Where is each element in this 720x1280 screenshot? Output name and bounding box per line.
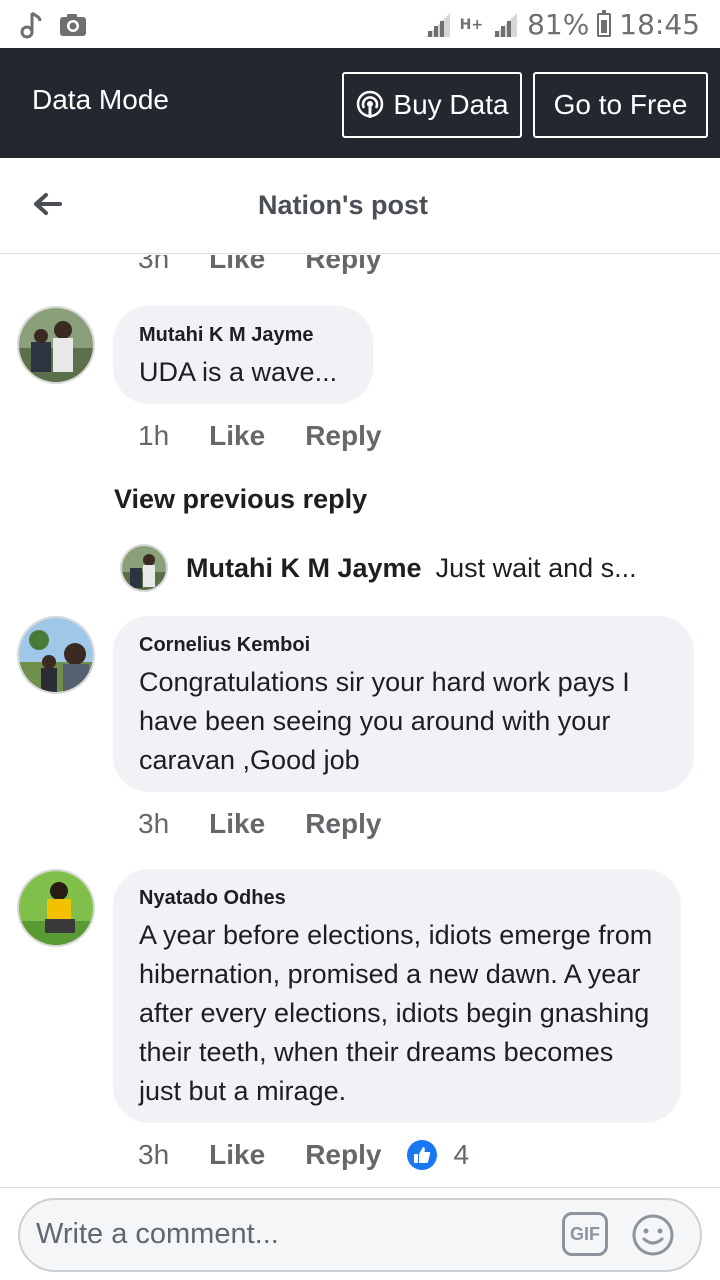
status-bar: H+ 81% 18:45 [0,0,720,48]
broadcast-icon [357,90,384,118]
comment-input[interactable]: Write a comment... GIF [18,1198,702,1272]
go-to-free-label: Go to Free [553,89,688,120]
signal-icon-2 [493,12,518,37]
reply-button[interactable]: Reply [305,420,381,452]
emoji-icon[interactable] [630,1212,676,1258]
comment-author[interactable]: Mutahi K M Jayme [139,324,347,347]
battery-icon [597,9,612,37]
reply-avatar[interactable] [120,544,168,592]
comment-placeholder: Write a comment... [36,1218,279,1250]
comment-author[interactable]: Nyatado Odhes [139,887,655,910]
reply-author[interactable]: Mutahi K M Jayme [186,553,422,584]
avatar[interactable] [17,306,95,384]
status-left-icons [18,10,88,40]
reply-button[interactable]: Reply [305,255,381,275]
network-type: H+ [459,16,484,33]
comment-bubble[interactable]: Nyatado Odhes A year before elections, i… [113,869,681,1123]
thumbs-up-glyph [414,1147,431,1163]
comment-bubble[interactable]: Cornelius Kemboi Congratulations sir you… [113,616,694,792]
comment-author[interactable]: Cornelius Kemboi [139,634,668,657]
reply-button[interactable]: Reply [305,1139,381,1171]
comment-time: 3h [138,1139,170,1170]
avatar-photo [19,618,93,692]
comment-actions: 3h Like Reply [138,255,381,275]
comment-bubble[interactable]: Mutahi K M Jayme UDA is a wave... [113,306,373,404]
avatar-photo [122,546,166,590]
buy-data-button[interactable]: Buy Data [342,72,522,138]
page-title: Nation's post [258,190,428,220]
reaction-count[interactable]: 4 [453,1139,469,1171]
comment-time: 3h [138,255,170,274]
comment-text: Congratulations sir your hard work pays … [139,667,630,775]
like-button[interactable]: Like [209,808,265,840]
camera-icon [60,14,86,36]
gif-label: GIF [570,1223,600,1244]
like-button[interactable]: Like [209,1139,265,1171]
like-button[interactable]: Like [209,420,265,452]
view-previous-reply-link[interactable]: View previous reply [114,484,367,515]
signal-icon [425,12,450,37]
battery-percent: 81% [527,8,590,41]
avatar-photo [19,308,93,382]
reply-text: Just wait and s... [435,552,637,583]
data-mode-title: Data Mode [32,84,169,115]
comment-text: UDA is a wave... [139,357,338,387]
comment-composer: Write a comment... GIF [0,1187,720,1280]
comments-feed[interactable]: 3h Like Reply Mutahi K M Jayme UDA is a … [0,255,720,1187]
music-note-icon [20,11,42,39]
like-button[interactable]: Like [209,255,265,275]
comment-text: A year before elections, idiots emerge f… [139,920,653,1106]
buy-data-label: Buy Data [393,89,509,120]
avatar[interactable] [17,616,95,694]
post-nav-bar: Nation's post [0,158,720,254]
clock: 18:45 [619,8,700,41]
reply-preview[interactable]: Mutahi K M Jayme Just wait and s... [120,543,680,593]
reply-button[interactable]: Reply [305,808,381,840]
gif-button[interactable]: GIF [562,1212,608,1256]
comment-actions: 3h Like Reply 4 [138,1139,469,1171]
data-mode-banner: Data Mode Buy Data Go to Free [0,48,720,158]
comment-actions: 1h Like Reply [138,420,381,452]
go-to-free-button[interactable]: Go to Free [533,72,708,138]
avatar[interactable] [17,869,95,947]
thumbs-up-icon[interactable] [407,1140,438,1170]
comment-time: 1h [138,420,170,451]
status-right: H+ 81% 18:45 [424,8,700,41]
avatar-photo [19,871,93,945]
comment-actions: 3h Like Reply [138,808,381,840]
comment-time: 3h [138,808,170,839]
